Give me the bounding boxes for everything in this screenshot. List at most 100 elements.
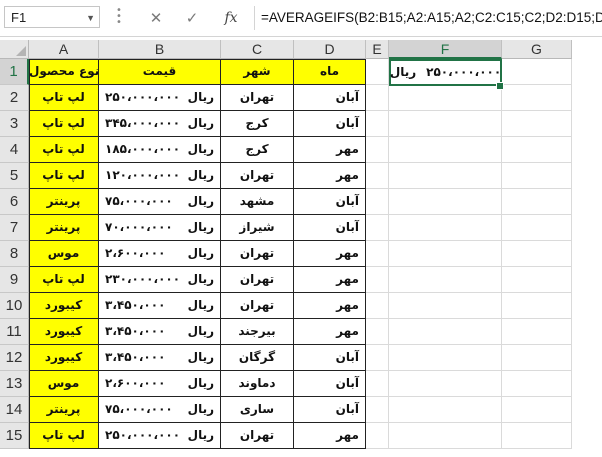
cell-product[interactable]: لپ تاپ bbox=[29, 111, 99, 137]
cell-empty[interactable] bbox=[389, 137, 502, 163]
name-box[interactable]: F1 ▼ bbox=[4, 6, 100, 28]
cell-price[interactable]: ۲،۶۰۰،۰۰۰ ریال bbox=[99, 371, 221, 397]
header-cell-d[interactable]: ماه bbox=[294, 59, 366, 85]
cell-city[interactable]: کرج bbox=[221, 111, 294, 137]
cell-price[interactable]: ۷۰،۰۰۰،۰۰۰ ریال bbox=[99, 215, 221, 241]
cell-month[interactable]: مهر bbox=[294, 137, 366, 163]
row-header-14[interactable]: 14 bbox=[0, 397, 29, 423]
cell-empty[interactable] bbox=[502, 293, 572, 319]
insert-function-icon[interactable]: fx bbox=[219, 7, 243, 29]
cell-city[interactable]: تهران bbox=[221, 293, 294, 319]
row-header-12[interactable]: 12 bbox=[0, 345, 29, 371]
row-header-1[interactable]: 1 bbox=[0, 59, 29, 85]
row-header-9[interactable]: 9 bbox=[0, 267, 29, 293]
column-header-c[interactable]: C bbox=[221, 40, 294, 59]
cell-empty[interactable] bbox=[389, 215, 502, 241]
cell-product[interactable]: پرینتر bbox=[29, 215, 99, 241]
cell-empty[interactable] bbox=[366, 241, 389, 267]
cell-month[interactable]: آبان bbox=[294, 397, 366, 423]
row-header-5[interactable]: 5 bbox=[0, 163, 29, 189]
cell-empty[interactable] bbox=[366, 137, 389, 163]
cell-price[interactable]: ۳،۴۵۰،۰۰۰ ریال bbox=[99, 345, 221, 371]
cell-city[interactable]: گرگان bbox=[221, 345, 294, 371]
select-all-corner[interactable] bbox=[0, 40, 29, 59]
row-header-3[interactable]: 3 bbox=[0, 111, 29, 137]
cell-empty[interactable] bbox=[502, 111, 572, 137]
cell-product[interactable]: پرینتر bbox=[29, 397, 99, 423]
cell-price[interactable]: ۲،۶۰۰،۰۰۰ ریال bbox=[99, 241, 221, 267]
cell-price[interactable]: ۳۴۵،۰۰۰،۰۰۰ ریال bbox=[99, 111, 221, 137]
enter-icon[interactable]: ✓ bbox=[181, 8, 203, 28]
cell-month[interactable]: مهر bbox=[294, 267, 366, 293]
cell-empty[interactable] bbox=[389, 293, 502, 319]
column-header-e[interactable]: E bbox=[366, 40, 389, 59]
cell-empty[interactable] bbox=[389, 163, 502, 189]
cell-empty[interactable] bbox=[389, 371, 502, 397]
cell-empty[interactable] bbox=[389, 345, 502, 371]
header-cell-c[interactable]: شهر bbox=[221, 59, 294, 85]
cell-empty[interactable] bbox=[366, 397, 389, 423]
cell-city[interactable]: شیراز bbox=[221, 215, 294, 241]
cell-city[interactable]: بیرجند bbox=[221, 319, 294, 345]
cell-price[interactable]: ۱۸۵،۰۰۰،۰۰۰ ریال bbox=[99, 137, 221, 163]
column-header-f[interactable]: F bbox=[389, 40, 502, 59]
cell-month[interactable]: آبان bbox=[294, 345, 366, 371]
column-header-b[interactable]: B bbox=[99, 40, 221, 59]
formula-input[interactable]: =AVERAGEIFS(B2:B15;A2:A15;A2;C2:C15;C2;D… bbox=[254, 6, 602, 30]
cell-empty[interactable] bbox=[502, 241, 572, 267]
cell-city[interactable]: تهران bbox=[221, 85, 294, 111]
cell-city[interactable]: تهران bbox=[221, 163, 294, 189]
header-cell-a[interactable]: نوع محصول bbox=[29, 59, 99, 85]
cell-price[interactable]: ۲۵۰،۰۰۰،۰۰۰ ریال bbox=[99, 423, 221, 449]
cell-empty[interactable] bbox=[366, 319, 389, 345]
cell-product[interactable]: لپ تاپ bbox=[29, 163, 99, 189]
cell-empty[interactable] bbox=[389, 111, 502, 137]
cell-empty[interactable] bbox=[389, 319, 502, 345]
cell-empty[interactable] bbox=[502, 215, 572, 241]
header-cell-b[interactable]: قیمت bbox=[99, 59, 221, 85]
row-header-2[interactable]: 2 bbox=[0, 85, 29, 111]
cell-empty[interactable] bbox=[502, 85, 572, 111]
cell-empty[interactable] bbox=[366, 371, 389, 397]
row-header-15[interactable]: 15 bbox=[0, 423, 29, 449]
cell-month[interactable]: آبان bbox=[294, 85, 366, 111]
cell-city[interactable]: تهران bbox=[221, 241, 294, 267]
cell-empty[interactable] bbox=[366, 423, 389, 449]
cell-price[interactable]: ۳،۴۵۰،۰۰۰ ریال bbox=[99, 319, 221, 345]
cell-month[interactable]: مهر bbox=[294, 163, 366, 189]
cell-product[interactable]: لپ تاپ bbox=[29, 137, 99, 163]
column-header-a[interactable]: A bbox=[29, 40, 99, 59]
cell-month[interactable]: آبان bbox=[294, 215, 366, 241]
row-header-7[interactable]: 7 bbox=[0, 215, 29, 241]
selected-cell-f1[interactable]: ریال ۲۵۰،۰۰۰،۰۰۰ bbox=[389, 59, 502, 86]
row-header-6[interactable]: 6 bbox=[0, 189, 29, 215]
cell-product[interactable]: کیبورد bbox=[29, 345, 99, 371]
cell-month[interactable]: آبان bbox=[294, 111, 366, 137]
row-header-8[interactable]: 8 bbox=[0, 241, 29, 267]
cell-month[interactable]: مهر bbox=[294, 423, 366, 449]
cell-price[interactable]: ۲۵۰،۰۰۰،۰۰۰ ریال bbox=[99, 85, 221, 111]
cell-empty[interactable] bbox=[502, 137, 572, 163]
cell-empty[interactable] bbox=[389, 423, 502, 449]
cell-empty[interactable] bbox=[366, 215, 389, 241]
cell-city[interactable]: تهران bbox=[221, 267, 294, 293]
cell-empty[interactable] bbox=[502, 267, 572, 293]
cell-empty[interactable] bbox=[389, 189, 502, 215]
chevron-down-icon[interactable]: ▼ bbox=[86, 7, 95, 29]
cell-empty[interactable] bbox=[366, 111, 389, 137]
cell-empty[interactable] bbox=[366, 189, 389, 215]
cell-city[interactable]: ساری bbox=[221, 397, 294, 423]
cell-empty[interactable] bbox=[389, 85, 502, 111]
cell-g1[interactable] bbox=[502, 59, 572, 85]
cell-city[interactable]: دماوند bbox=[221, 371, 294, 397]
cell-empty[interactable] bbox=[366, 293, 389, 319]
cell-product[interactable]: موس bbox=[29, 241, 99, 267]
cell-month[interactable]: آبان bbox=[294, 189, 366, 215]
row-header-4[interactable]: 4 bbox=[0, 137, 29, 163]
cell-price[interactable]: ۲۳۰،۰۰۰،۰۰۰ ریال bbox=[99, 267, 221, 293]
cell-price[interactable]: ۳،۴۵۰،۰۰۰ ریال bbox=[99, 293, 221, 319]
cell-month[interactable]: آبان bbox=[294, 371, 366, 397]
cell-empty[interactable] bbox=[389, 397, 502, 423]
column-header-d[interactable]: D bbox=[294, 40, 366, 59]
cell-price[interactable]: ۷۵،۰۰۰،۰۰۰ ریال bbox=[99, 189, 221, 215]
